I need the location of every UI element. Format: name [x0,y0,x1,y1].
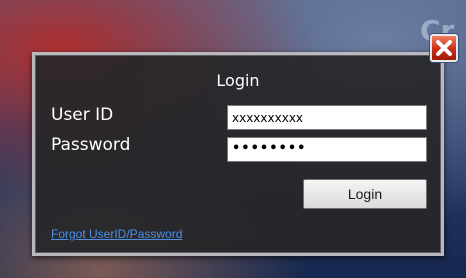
password-input[interactable]: •••••••• [227,137,427,162]
login-button[interactable]: Login [303,179,427,209]
user-id-input[interactable]: xxxxxxxxxx [227,105,427,130]
dialog-title: Login [216,71,260,90]
password-label: Password [51,135,131,155]
login-dialog: Login User ID xxxxxxxxxx Password ••••••… [32,52,444,256]
forgot-credentials-link[interactable]: Forgot UserID/Password [51,227,182,241]
close-icon [436,40,452,56]
user-id-label: User ID [51,105,114,125]
close-button[interactable] [430,34,458,62]
